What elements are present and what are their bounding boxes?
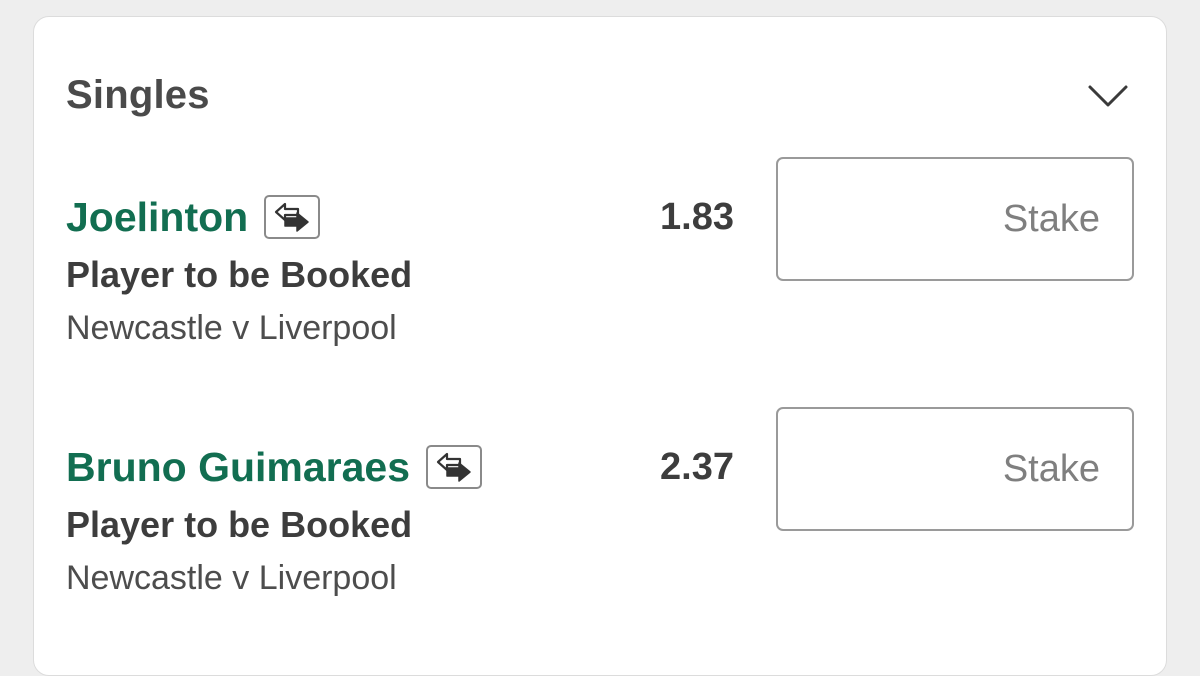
singles-card: Singles Joelinton Player to be Booked Ne… xyxy=(33,16,1167,676)
odds-value: 1.83 xyxy=(660,196,734,238)
event-name: Newcastle v Liverpool xyxy=(66,309,397,347)
market-name: Player to be Booked xyxy=(66,254,413,295)
odds-value: 2.37 xyxy=(660,446,734,488)
stake-input[interactable] xyxy=(776,407,1134,531)
swap-bet-button[interactable] xyxy=(264,195,321,239)
collapse-toggle[interactable] xyxy=(1086,75,1130,115)
selection-name[interactable]: Bruno Guimaraes xyxy=(66,439,410,495)
event-name: Newcastle v Liverpool xyxy=(66,559,397,597)
chevron-down-icon xyxy=(1088,85,1128,107)
bet-selection-row: Bruno Guimaraes xyxy=(66,439,483,495)
swap-arrows-icon xyxy=(436,452,471,482)
selection-name[interactable]: Joelinton xyxy=(66,189,248,245)
swap-bet-button[interactable] xyxy=(426,445,483,489)
section-title: Singles xyxy=(66,73,210,117)
market-name: Player to be Booked xyxy=(66,504,413,545)
stake-input[interactable] xyxy=(776,157,1134,281)
bet-item: Bruno Guimaraes Player to be Booked Newc… xyxy=(34,407,1166,659)
swap-arrows-icon xyxy=(275,202,309,232)
bet-selection-row: Joelinton xyxy=(66,189,321,245)
bet-item: Joelinton Player to be Booked Newcastle … xyxy=(34,157,1166,409)
